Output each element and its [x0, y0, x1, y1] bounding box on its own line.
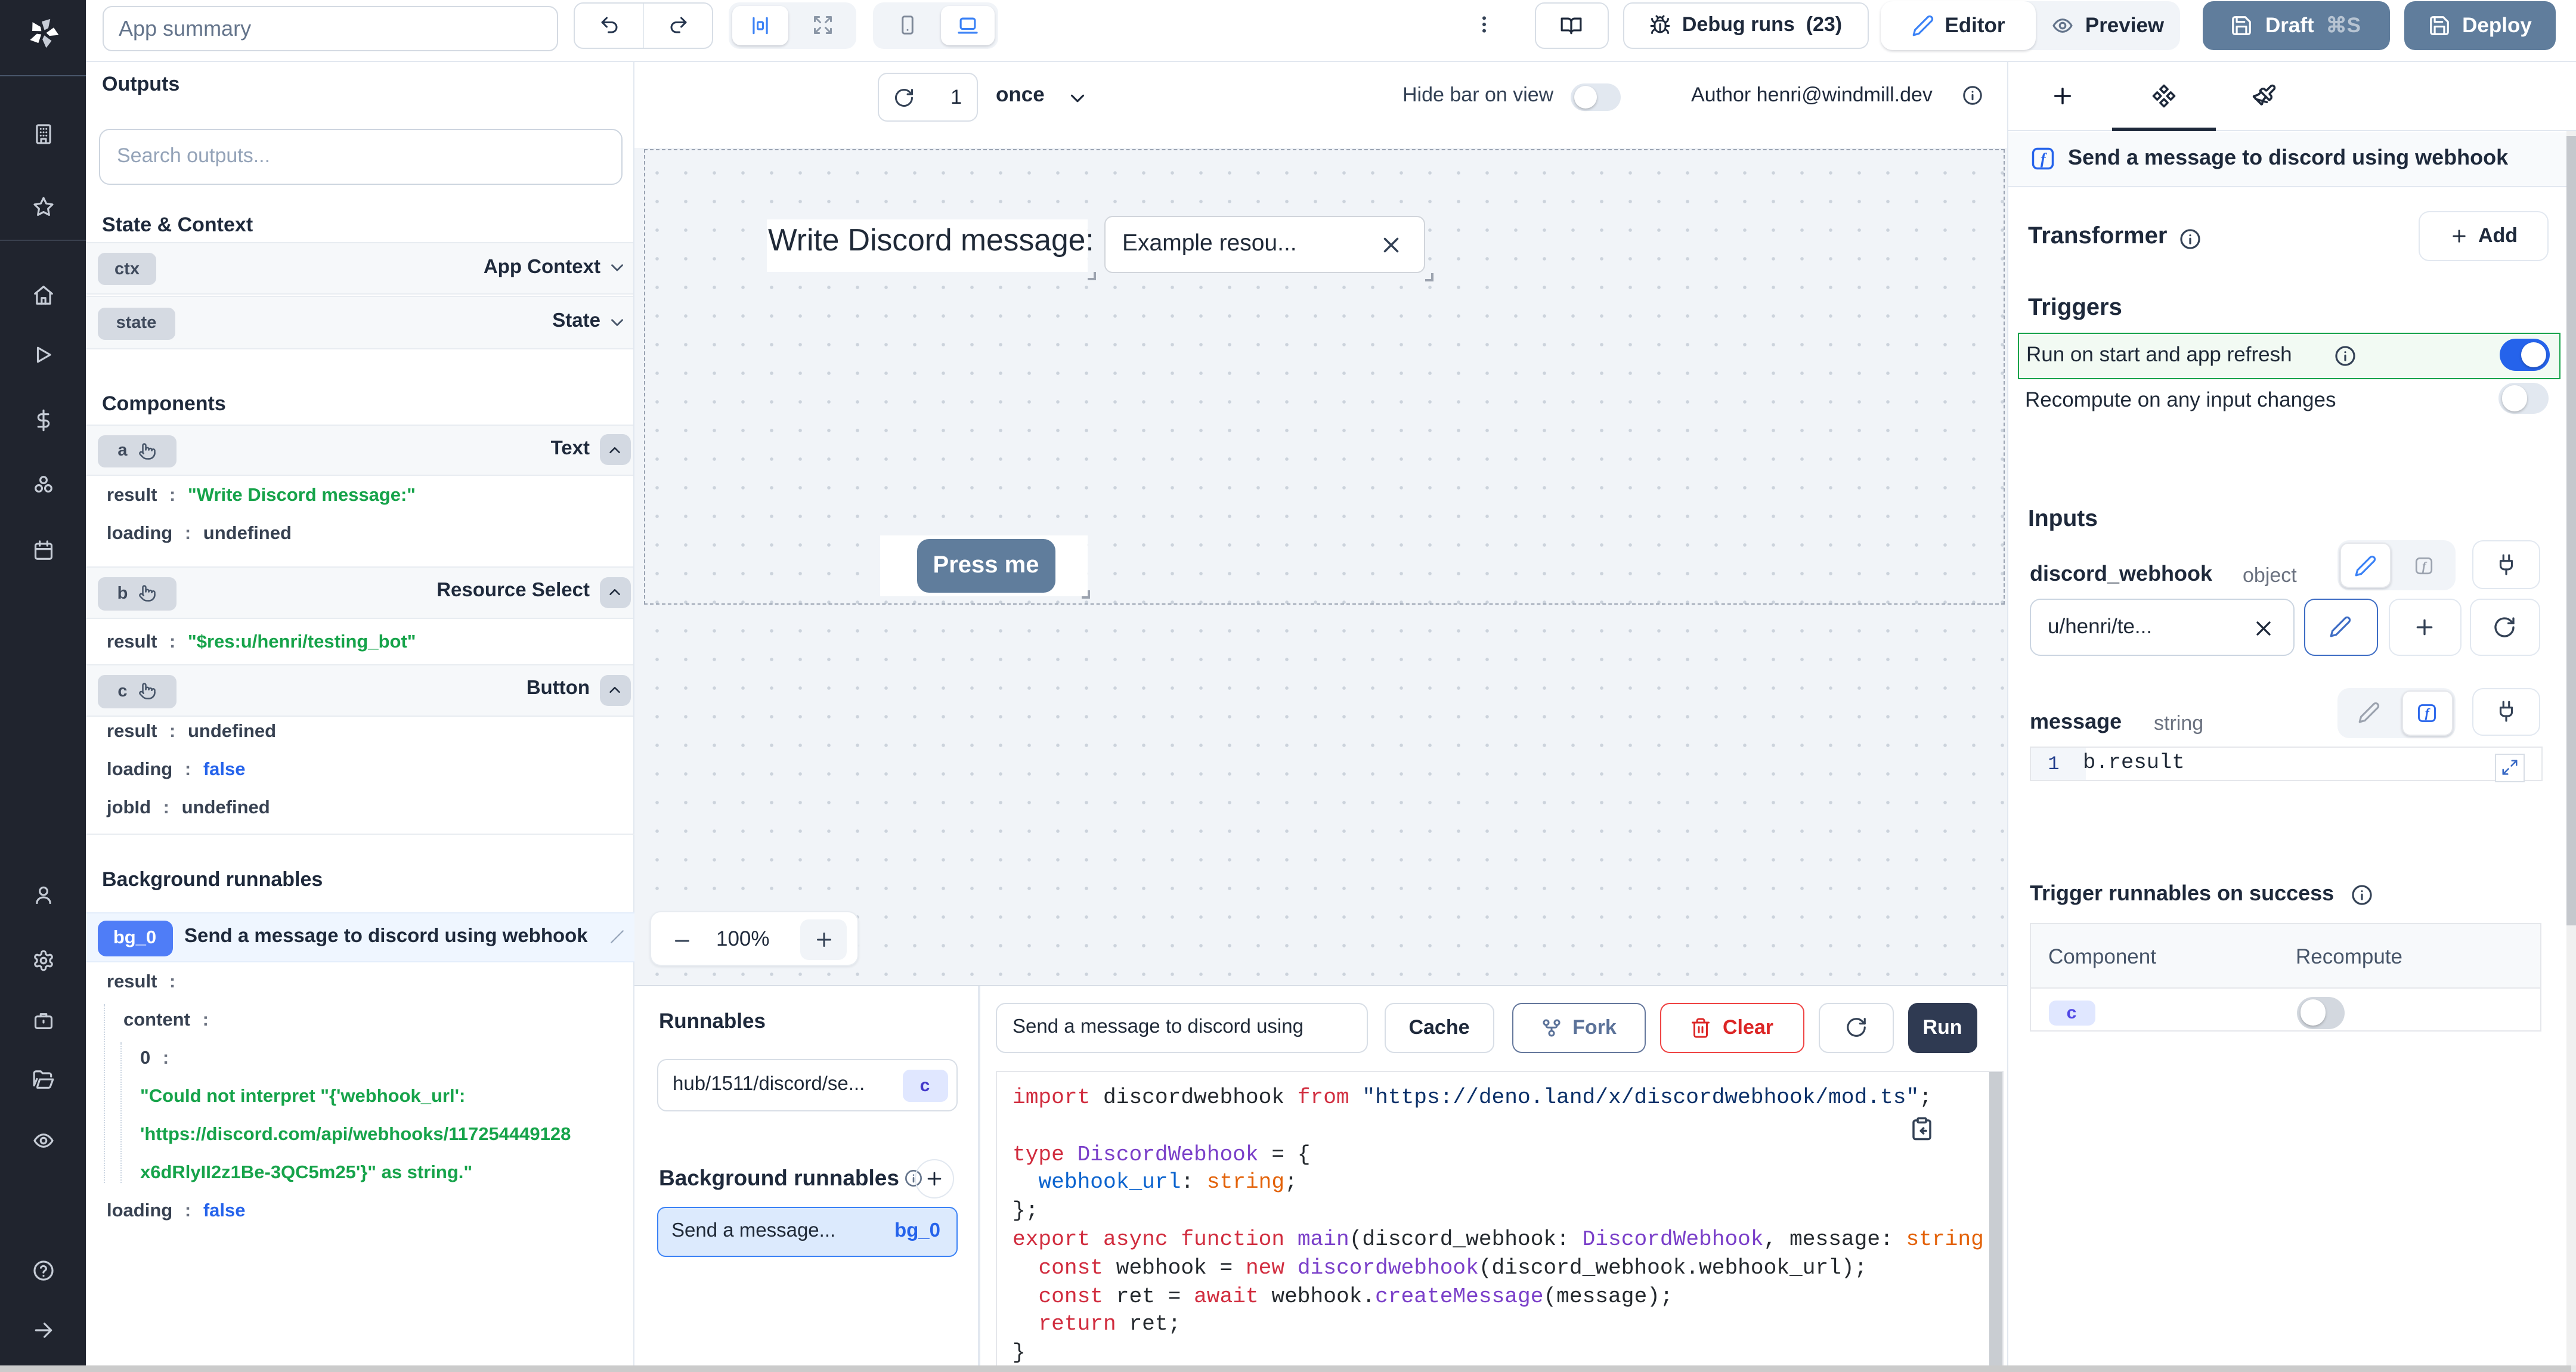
- svg-text:f: f: [2041, 150, 2048, 168]
- svg-text:f: f: [2422, 559, 2427, 572]
- svg-text:f: f: [2425, 705, 2431, 720]
